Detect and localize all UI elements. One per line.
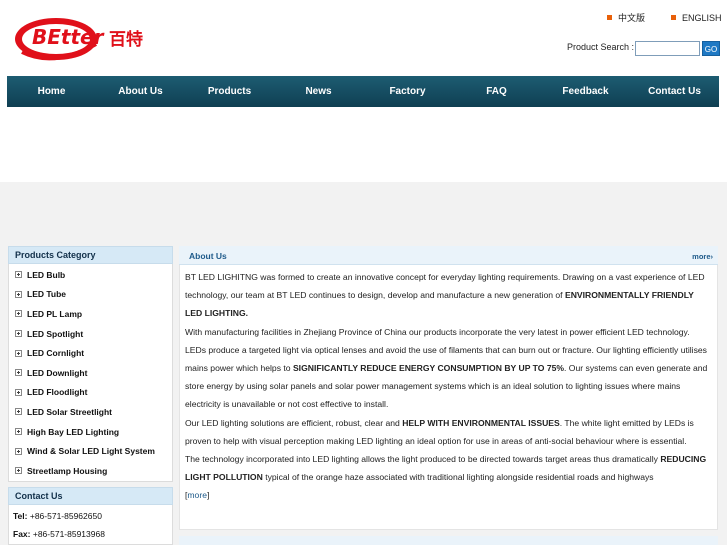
expand-plus-icon (15, 408, 22, 416)
text-span: typical of the orange haze associated wi… (262, 472, 654, 483)
expand-plus-icon (15, 349, 22, 357)
category-led-downlight[interactable]: LED Downlight (9, 363, 172, 383)
contact-us-header: Contact Us (8, 486, 173, 505)
category-label: LED Floodlight (27, 387, 88, 398)
search-go-button[interactable]: GO (702, 41, 720, 56)
lang-en-label: ENGLISH (682, 12, 722, 23)
expand-plus-icon (15, 388, 22, 396)
about-more-inline-link[interactable]: more (187, 490, 207, 500)
tel-label: Tel: (13, 510, 28, 521)
category-label: Streetlamp Housing (27, 465, 108, 476)
about-more-link[interactable]: more› (692, 252, 713, 261)
lang-cn-label: 中文版 (618, 13, 646, 23)
logo-text: BEtter (32, 25, 104, 49)
category-label: LED Tube (27, 289, 67, 300)
category-label: LED Bulb (27, 269, 66, 280)
category-led-spotlight[interactable]: LED Spotlight (9, 324, 172, 344)
category-label: LED Spotlight (27, 328, 84, 339)
bracket-close: ] (206, 490, 210, 501)
category-label: LED Solar Streetlight (27, 406, 113, 417)
bullet-icon (671, 15, 676, 20)
search-input[interactable] (635, 41, 700, 56)
nav-about-us[interactable]: About Us (96, 76, 185, 107)
category-label: LED Cornlight (27, 348, 85, 359)
highlight-text: SIGNIFICANTLY REDUCE ENERGY CONSUMPTION … (292, 363, 565, 374)
text-span: The technology incorporated into LED lig… (185, 454, 661, 465)
category-label: High Bay LED Lighting (27, 426, 120, 437)
category-led-solar-streetlight[interactable]: LED Solar Streetlight (9, 402, 172, 422)
category-label: LED PL Lamp (27, 308, 83, 319)
nav-factory[interactable]: Factory (363, 76, 452, 107)
about-paragraph: Our LED lighting solutions are efficient… (185, 414, 712, 450)
category-led-pl-lamp[interactable]: LED PL Lamp (9, 304, 172, 324)
category-led-tube[interactable]: LED Tube (9, 285, 172, 305)
sidebar: Products Category LED Bulb LED Tube LED … (8, 246, 173, 545)
category-label: Wind & Solar LED Light System (27, 446, 155, 457)
nav-faq[interactable]: FAQ (452, 76, 541, 107)
logo-cn-text: 百特 (109, 30, 143, 50)
about-section: About Us more› BT LED LIGHITNG was forme… (179, 246, 718, 530)
brand-logo[interactable]: BEtter 百特 (14, 14, 146, 62)
expand-plus-icon (15, 447, 22, 455)
category-led-bulb[interactable]: LED Bulb (9, 265, 172, 285)
expand-plus-icon (15, 428, 22, 436)
next-section-header (179, 536, 718, 545)
bullet-icon (607, 15, 612, 20)
category-list: LED Bulb LED Tube LED PL Lamp LED Spotli… (8, 264, 173, 482)
category-high-bay-led-lighting[interactable]: High Bay LED Lighting (9, 422, 172, 442)
highlight-text: HELP WITH ENVIRONMENTAL ISSUES (402, 417, 560, 428)
nav-contact-us[interactable]: Contact Us (630, 76, 719, 107)
expand-plus-icon (15, 290, 22, 298)
products-category-header: Products Category (8, 246, 173, 264)
expand-plus-icon (15, 310, 22, 318)
banner-area (0, 107, 727, 182)
nav-feedback[interactable]: Feedback (541, 76, 630, 107)
nav-news[interactable]: News (274, 76, 363, 107)
nav-home[interactable]: Home (7, 76, 96, 107)
about-body: BT LED LIGHITNG was formed to create an … (179, 265, 718, 530)
expand-plus-icon (15, 271, 22, 279)
nav-products[interactable]: Products (185, 76, 274, 107)
about-header: About Us more› (179, 246, 718, 265)
about-paragraph: BT LED LIGHITNG was formed to create an … (185, 268, 712, 323)
about-more-row: [more] (185, 486, 712, 504)
fax-value: +86-571-85913968 (32, 528, 105, 539)
about-title: About Us (189, 251, 227, 261)
contact-fax: Fax: +86-571-85913968 (13, 529, 168, 545)
contact-box: Tel: +86-571-85962650 Fax: +86-571-85913… (8, 504, 173, 545)
about-paragraph: The technology incorporated into LED lig… (185, 450, 712, 486)
category-wind-solar-led-light-system[interactable]: Wind & Solar LED Light System (9, 441, 172, 461)
category-led-floodlight[interactable]: LED Floodlight (9, 383, 172, 403)
lang-link-cn[interactable]: 中文版 (607, 11, 645, 24)
main-nav: Home About Us Products News Factory FAQ … (7, 76, 719, 107)
about-paragraph: With manufacturing facilities in Zhejian… (185, 323, 712, 414)
fax-label: Fax: (13, 528, 31, 539)
lang-link-en[interactable]: ENGLISH (671, 11, 722, 24)
category-streetlamp-housing[interactable]: Streetlamp Housing (9, 461, 172, 481)
expand-plus-icon (15, 467, 22, 475)
contact-tel: Tel: +86-571-85962650 (13, 511, 168, 529)
expand-plus-icon (15, 330, 22, 338)
category-led-cornlight[interactable]: LED Cornlight (9, 343, 172, 363)
tel-value: +86-571-85962650 (29, 510, 102, 521)
text-span: Our LED lighting solutions are efficient… (185, 417, 403, 428)
expand-plus-icon (15, 369, 22, 377)
search-label: Product Search : (567, 42, 635, 52)
category-label: LED Downlight (27, 367, 88, 378)
